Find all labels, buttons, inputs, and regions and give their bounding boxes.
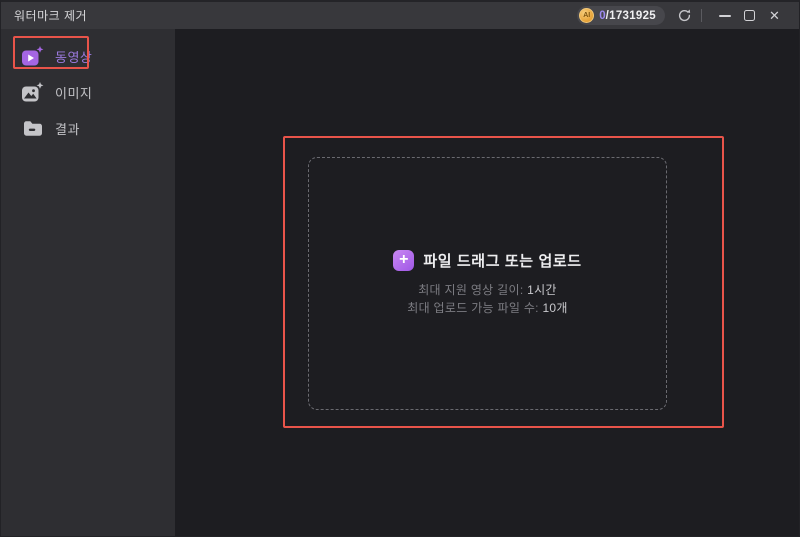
- hint-label: 최대 지원 영상 길이:: [418, 283, 527, 297]
- main-area: + 파일 드래그 또는 업로드 최대 지원 영상 길이: 1시간 최대 업로드 …: [175, 29, 799, 536]
- hint-value: 1시간: [527, 283, 557, 297]
- credits-badge[interactable]: AI 0 /1731925: [577, 6, 665, 25]
- sidebar-item-label: 이미지: [55, 83, 92, 102]
- minimize-button[interactable]: [712, 6, 737, 26]
- dropzone-hint-max-length: 최대 지원 영상 길이: 1시간: [418, 282, 557, 300]
- window-title: 워터마크 제거: [14, 7, 87, 24]
- refresh-button[interactable]: [675, 7, 693, 25]
- app-body: 동영상 이미지: [1, 29, 799, 536]
- maximize-icon: [744, 10, 755, 21]
- dropzone-hint-max-files: 최대 업로드 가능 파일 수: 10개: [407, 300, 568, 318]
- credits-total: /1731925: [606, 10, 656, 22]
- close-icon: ✕: [769, 9, 780, 22]
- dropzone-heading-row: + 파일 드래그 또는 업로드: [393, 250, 581, 271]
- plus-upload-icon[interactable]: +: [393, 250, 414, 271]
- image-icon: [21, 82, 44, 103]
- titlebar-divider: [701, 9, 702, 22]
- hint-label: 최대 업로드 가능 파일 수:: [407, 301, 542, 315]
- sidebar: 동영상 이미지: [1, 29, 175, 536]
- sidebar-item-image[interactable]: 이미지: [1, 74, 175, 110]
- app-window: 워터마크 제거 AI 0 /1731925 ✕: [0, 0, 800, 537]
- dropzone-heading: 파일 드래그 또는 업로드: [423, 250, 581, 271]
- sidebar-item-label: 동영상: [55, 47, 92, 66]
- sidebar-item-results[interactable]: 결과: [1, 110, 175, 146]
- maximize-button[interactable]: [737, 6, 762, 26]
- minimize-icon: [719, 15, 731, 17]
- file-dropzone[interactable]: + 파일 드래그 또는 업로드 최대 지원 영상 길이: 1시간 최대 업로드 …: [308, 157, 667, 410]
- folder-icon: [21, 119, 44, 138]
- close-button[interactable]: ✕: [762, 6, 787, 26]
- sidebar-item-video[interactable]: 동영상: [1, 38, 175, 74]
- titlebar-controls: AI 0 /1731925 ✕: [577, 6, 787, 26]
- hint-value: 10개: [542, 301, 567, 315]
- titlebar: 워터마크 제거 AI 0 /1731925 ✕: [1, 2, 799, 29]
- ai-coin-icon: AI: [579, 8, 594, 23]
- sidebar-item-label: 결과: [55, 119, 80, 138]
- refresh-icon: [677, 8, 692, 23]
- video-icon: [21, 46, 44, 67]
